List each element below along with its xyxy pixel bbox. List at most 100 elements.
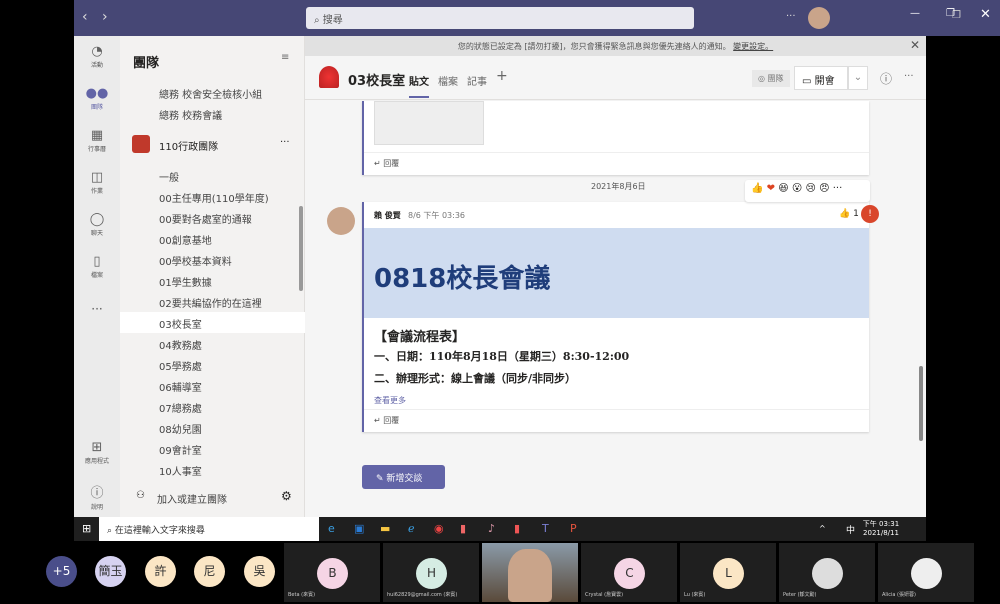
see-more-link[interactable]: 查看更多 [374,395,406,406]
filter-icon[interactable]: ≡ [281,52,289,63]
team-name[interactable]: 110行政團隊 [159,138,218,153]
rail-activity[interactable]: ◔ 活動 [74,44,120,69]
channel-item[interactable]: 05學務處 [120,354,305,375]
add-tab-button[interactable]: + [496,68,508,84]
channel-item[interactable]: 總務 校務會議 [120,103,305,124]
ime-indicator[interactable]: 中 [846,523,855,536]
channel-item[interactable]: 00要對各處室的通報 [120,207,305,228]
tab-notes[interactable]: 記事 [467,73,487,88]
reply-button[interactable]: ↵ 回覆 [364,409,869,431]
tray-chevron-icon[interactable]: ^ [819,524,826,533]
folder-icon[interactable]: ▬ [380,522,390,535]
office-icon[interactable]: ▮ [460,522,466,535]
participant-tile[interactable]: Peter (鄒文勳) [779,543,875,602]
apps-icon: ⊞ [91,440,103,455]
scrollbar[interactable] [299,206,303,291]
info-icon[interactable]: ⓘ [880,70,892,87]
windows-taskbar: ⊞ ⌕ 在這裡輸入文字來搜尋 ⧉ e ▣ ▬ ℯ ◉ ▮ ♪ ▮ T P ^ 中… [74,517,926,541]
rail-teams[interactable]: ●● 團隊 [74,86,120,111]
new-conversation-button[interactable]: ✎ 新增交談 [362,465,445,489]
channel-item[interactable]: 01學生數據 [120,270,305,291]
music-icon[interactable]: ♪ [488,522,495,535]
team-avatar [132,135,150,153]
reaction-surprised[interactable]: 😮 [792,183,802,194]
maximize-button[interactable]: ❐ [946,8,955,19]
rail-chat[interactable]: ◯ 聊天 [74,212,120,237]
reaction-heart[interactable]: ❤ [767,183,775,194]
ie-icon[interactable]: ℯ [408,522,415,535]
participant-avatar[interactable]: 吳 [244,556,275,587]
close-button[interactable]: ✕ [980,7,991,22]
participant-avatar[interactable]: 簡玉 [95,556,126,587]
rail-calendar[interactable]: ▦ 行事曆 [74,128,120,153]
change-settings-link[interactable]: 變更設定。 [733,42,773,51]
rail-help[interactable]: ⓘ 說明 [74,482,120,511]
rail-apps[interactable]: ⊞ 應用程式 [74,440,120,465]
search-input[interactable]: ⌕ 搜尋 [306,7,694,29]
channel-item[interactable]: 04教務處 [120,333,305,354]
more-icon[interactable]: ··· [904,71,914,82]
rail-files[interactable]: ▯ 檔案 [74,254,120,279]
tab-posts[interactable]: 貼文 [409,73,429,98]
gear-icon[interactable]: ⚙ [281,489,292,503]
participant-tile[interactable]: Hhui62829@gmail.com (來賓) [383,543,479,602]
participant-avatar[interactable]: 尼 [194,556,225,587]
meet-button[interactable]: ▭ 開會 [794,66,848,90]
task-view-icon[interactable]: ⧉ [300,522,308,536]
channel-item[interactable]: 08幼兒園 [120,417,305,438]
team-more-icon[interactable]: ··· [280,137,290,148]
channel-item[interactable]: 00學校基本資料 [120,249,305,270]
team-button[interactable]: ◎ 團隊 [752,70,790,87]
back-button[interactable]: ‹ [82,9,88,25]
like-count[interactable]: 👍 1 [839,209,859,219]
channel-item[interactable]: 02要共編協作的在這裡 [120,291,305,312]
office-icon[interactable]: ▮ [514,522,520,535]
participant-tile[interactable]: L Lu (來賓) [680,543,776,602]
channel-item[interactable]: 00創意基地 [120,228,305,249]
channel-item[interactable]: 06輔導室 [120,375,305,396]
participant-tile[interactable]: Alicia (張妍蓉) [878,543,974,602]
meet-dropdown[interactable]: ⌄ [848,66,868,90]
reaction-like[interactable]: 👍 [751,183,763,194]
reply-button[interactable]: ↵ 回覆 [364,152,869,174]
edge-icon[interactable]: e [328,522,335,535]
rail-assignments[interactable]: ◫ 作業 [74,170,120,195]
minimize-button[interactable]: — [910,8,920,19]
more-button[interactable]: ··· [786,11,796,22]
participant-tile[interactable]: B Beta (來賓) [284,543,380,602]
teams-taskbar-icon[interactable]: T [542,522,549,535]
reaction-sad[interactable]: 😢 [805,183,815,194]
reaction-laugh[interactable]: 😆 [778,183,788,194]
participant-avatar[interactable]: 許 [145,556,176,587]
reaction-angry[interactable]: 😠 [819,183,829,194]
clock[interactable]: 下午 03:31 2021/8/11 [859,519,903,537]
taskbar-search[interactable]: ⌕ 在這裡輸入文字來搜尋 [99,517,319,541]
add-team-link[interactable]: 加入或建立團隊 [157,491,227,506]
tab-files[interactable]: 檔案 [438,73,458,88]
video-tile-self[interactable] [482,543,578,602]
outlook-icon[interactable]: ▣ [354,522,364,535]
participant-tile[interactable]: C Crystal (詹寶雲) [581,543,677,602]
close-icon[interactable]: ✕ [910,38,920,52]
scrollbar[interactable] [919,366,923,441]
reaction-more[interactable]: ··· [833,183,843,194]
image-attachment[interactable] [374,101,484,145]
overflow-count[interactable]: +5 [46,556,77,587]
chrome-icon[interactable]: ◉ [434,522,444,535]
channel-item[interactable]: 一般 [120,165,305,186]
windows-start-icon[interactable]: ⊞ [82,522,91,535]
channel-item[interactable]: 07總務處 [120,396,305,417]
channel-item[interactable]: 總務 校舍安全檢核小組 [120,82,305,103]
rail-more[interactable]: ··· [74,302,120,316]
forward-button[interactable]: › [102,9,108,25]
avatar[interactable] [808,7,830,29]
participant-name: Peter (鄒文勳) [783,592,817,598]
channel-item[interactable]: 00主任專用(110學年度) [120,186,305,207]
channel-item[interactable]: 03校長室 [120,312,305,333]
channel-avatar [319,66,339,88]
bell-icon: ◔ [91,44,103,59]
channel-item[interactable]: 10人事室 [120,459,305,480]
participant-strip: +5 簡玉 許 尼 吳 B Beta (來賓) Hhui62829@gmail.c… [0,541,1000,604]
channel-item[interactable]: 09會計室 [120,438,305,459]
powerpoint-icon[interactable]: P [570,522,577,535]
